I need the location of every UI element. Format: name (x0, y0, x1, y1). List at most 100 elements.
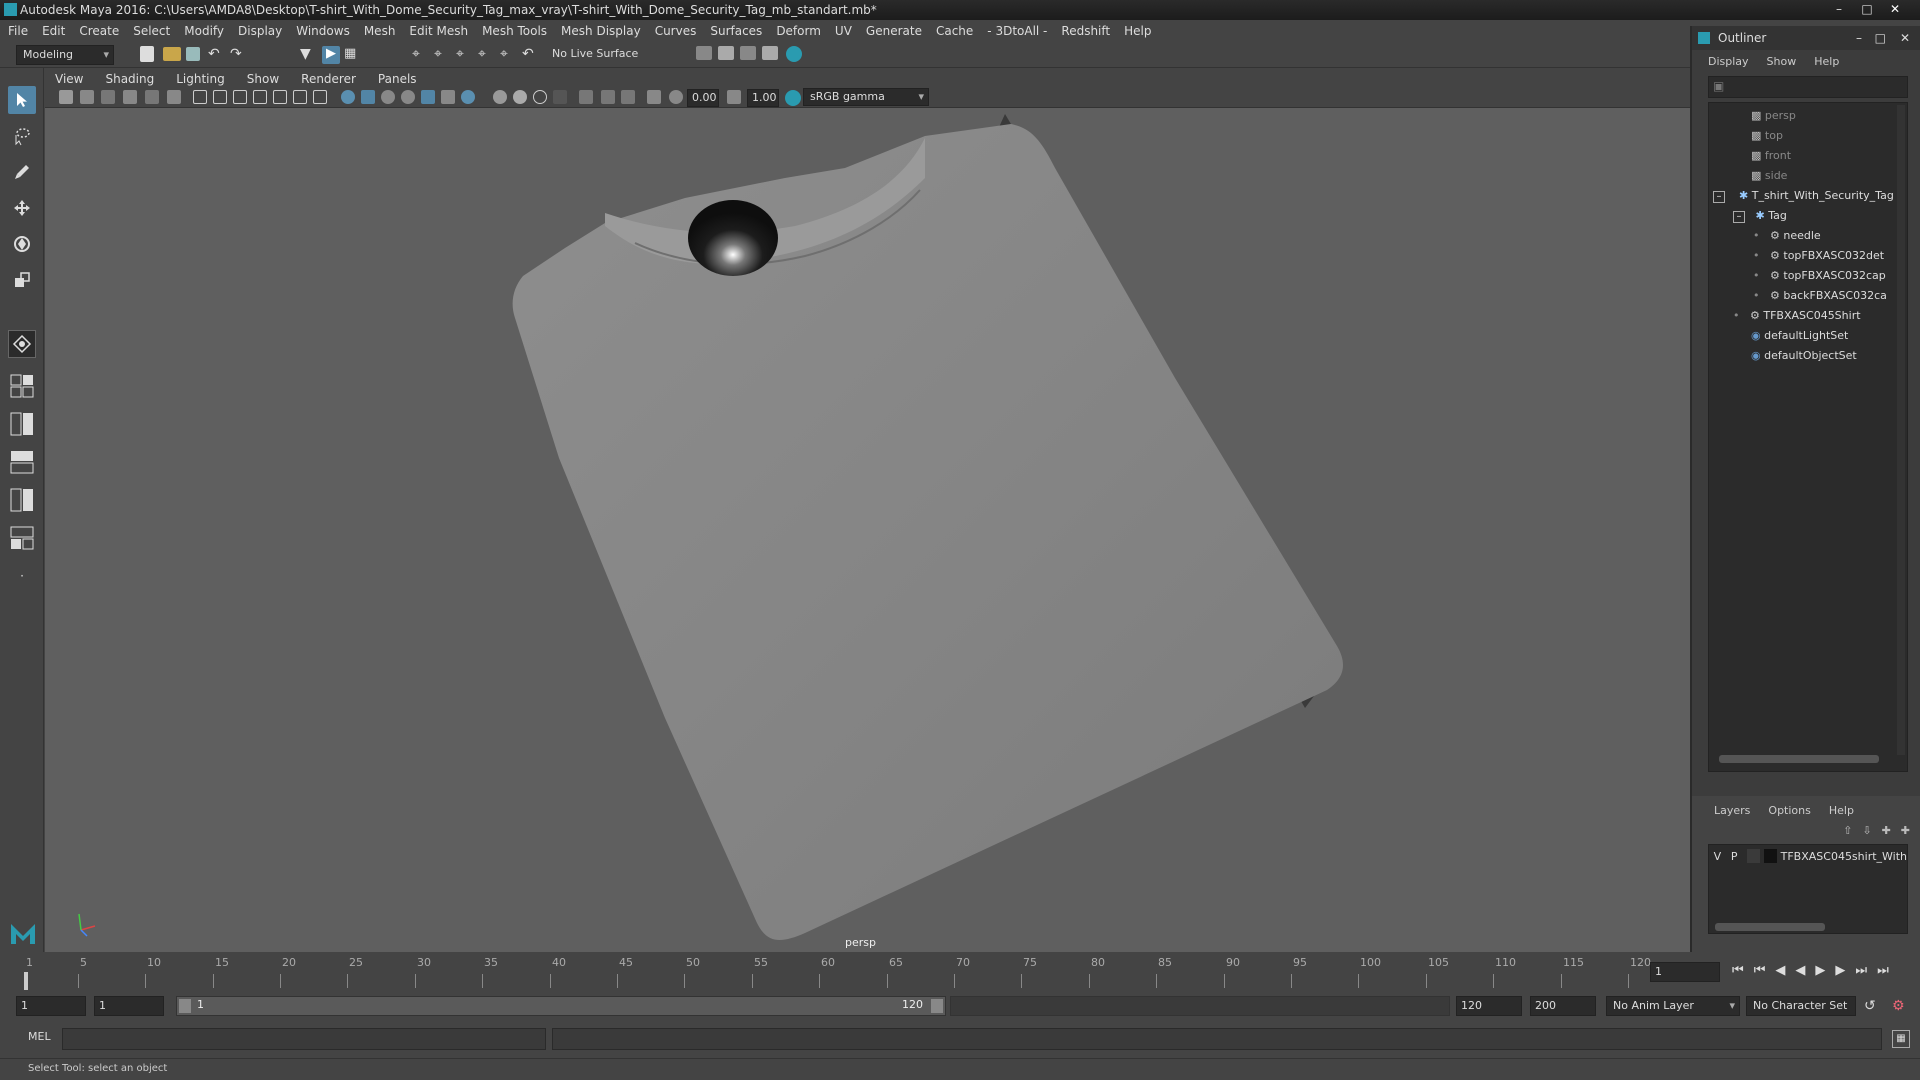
outliner-vertical-scrollbar[interactable] (1897, 105, 1905, 755)
step-back-frame-icon[interactable]: ◀ (1775, 963, 1785, 978)
gamma-field[interactable]: 1.00 (747, 89, 779, 107)
menu-redshift[interactable]: Redshift (1061, 24, 1110, 38)
menu-uv[interactable]: UV (835, 24, 852, 38)
outliner-menu-help[interactable]: Help (1814, 55, 1839, 68)
smooth-shade-icon[interactable] (361, 90, 375, 104)
move-layer-up-icon[interactable]: ⇧ (1843, 824, 1852, 837)
range-start-handle[interactable] (179, 999, 191, 1013)
script-editor-icon[interactable]: ▦ (1892, 1030, 1910, 1048)
ipr-render-icon[interactable] (740, 46, 756, 60)
playback-start-field[interactable]: 1 (94, 996, 164, 1016)
gate-mask-icon[interactable] (253, 90, 267, 104)
range-end-handle[interactable] (931, 999, 943, 1013)
field-chart-icon[interactable] (273, 90, 287, 104)
menu-curves[interactable]: Curves (655, 24, 697, 38)
outliner-item[interactable]: • ⚙ needle (1753, 227, 1821, 245)
collapse-icon[interactable]: – (1713, 191, 1725, 203)
menu-3dtoall[interactable]: - 3DtoAll - (987, 24, 1047, 38)
perspective-viewport[interactable]: persp (45, 108, 1690, 952)
paint-select-tool-icon[interactable] (8, 158, 36, 186)
select-hierarchy-icon[interactable]: ▼ (300, 46, 318, 64)
outliner-menu-show[interactable]: Show (1767, 55, 1797, 68)
auto-key-icon[interactable]: ↺ (1864, 998, 1876, 1014)
menu-mesh-display[interactable]: Mesh Display (561, 24, 641, 38)
open-scene-icon[interactable] (163, 47, 181, 61)
2d-pan-zoom-icon[interactable] (145, 90, 159, 104)
layer-menu-help[interactable]: Help (1829, 804, 1854, 817)
animation-preferences-icon[interactable]: ⚙ (1892, 998, 1905, 1014)
outliner-item[interactable]: – ✱ Tag (1733, 207, 1787, 225)
image-plane-icon[interactable] (123, 90, 137, 104)
rotate-tool-icon[interactable] (8, 230, 36, 258)
viewport-menu-shading[interactable]: Shading (105, 72, 154, 86)
viewport-menu-renderer[interactable]: Renderer (301, 72, 356, 86)
time-ruler[interactable]: 1 5 10 15 20 25 30 35 40 45 50 55 60 65 70 75 80 85 90 95 10… (24, 952, 1651, 992)
film-gate-icon[interactable] (213, 90, 227, 104)
shadows-icon[interactable] (441, 90, 455, 104)
layer-color-swatch[interactable] (1763, 849, 1777, 863)
layer-type-box[interactable] (1746, 849, 1760, 863)
color-management-icon[interactable] (785, 90, 801, 106)
minimize-button[interactable]: – (1826, 0, 1852, 18)
select-component-icon[interactable]: ▦ (344, 46, 362, 64)
play-backwards-icon[interactable]: ◀ (1795, 963, 1805, 978)
screen-space-ao-icon[interactable] (461, 90, 475, 104)
range-slider-bar[interactable]: 1 120 (176, 996, 946, 1016)
render-current-frame-icon[interactable] (718, 46, 734, 60)
bookmark-icon[interactable] (101, 90, 115, 104)
command-language-label[interactable]: MEL (28, 1030, 51, 1043)
new-layer-icon[interactable]: ✚ (1882, 824, 1891, 837)
depth-of-field-icon[interactable] (533, 90, 547, 104)
expand-layouts-icon[interactable]: · (8, 562, 36, 590)
save-scene-icon[interactable] (186, 47, 200, 61)
layer-visibility-toggle[interactable]: V (1709, 850, 1726, 863)
character-set-dropdown[interactable]: No Character Set (1746, 996, 1856, 1016)
scale-tool-icon[interactable] (8, 266, 36, 294)
layer-playback-toggle[interactable]: P (1726, 850, 1743, 863)
textured-icon[interactable] (401, 90, 415, 104)
go-to-start-icon[interactable]: ⏮ (1732, 963, 1744, 978)
hypershade-icon[interactable] (786, 46, 802, 62)
outliner-menu-display[interactable]: Display (1708, 55, 1749, 68)
select-tool-icon[interactable] (8, 86, 36, 114)
grease-pencil-icon[interactable] (167, 90, 181, 104)
viewport-menu-show[interactable]: Show (247, 72, 279, 86)
menu-mesh[interactable]: Mesh (364, 24, 396, 38)
select-object-mode-icon[interactable]: ▶ (322, 46, 340, 64)
maximize-button[interactable]: □ (1854, 0, 1880, 18)
grid-icon[interactable] (193, 90, 207, 104)
outliner-close-button[interactable]: ✕ (1900, 26, 1910, 50)
camera-icon[interactable] (59, 90, 73, 104)
outliner-item[interactable]: ▩ top (1751, 127, 1783, 145)
new-scene-icon[interactable] (140, 46, 154, 62)
exposure-field[interactable]: 0.00 (687, 89, 719, 107)
close-button[interactable]: ✕ (1882, 0, 1908, 18)
outliner-persp-layout-icon[interactable] (8, 448, 36, 476)
motion-blur-icon[interactable] (493, 90, 507, 104)
outliner-maximize-button[interactable]: □ (1875, 26, 1886, 50)
menu-generate[interactable]: Generate (866, 24, 922, 38)
live-surface-label[interactable]: No Live Surface (552, 47, 638, 60)
play-forwards-icon[interactable]: ▶ (1815, 963, 1825, 978)
outliner-minimize-button[interactable]: – (1856, 26, 1862, 50)
viewport-menu-lighting[interactable]: Lighting (176, 72, 225, 86)
outliner-item[interactable]: ◉ defaultObjectSet (1751, 347, 1857, 365)
menu-windows[interactable]: Windows (296, 24, 350, 38)
outliner-horizontal-scrollbar[interactable] (1719, 755, 1879, 763)
current-time-indicator[interactable] (24, 972, 28, 990)
menu-mesh-tools[interactable]: Mesh Tools (482, 24, 547, 38)
hypershade-layout-icon[interactable] (8, 524, 36, 552)
camera-attributes-icon[interactable] (80, 90, 94, 104)
outliner-item[interactable]: • ⚙ backFBXASC032ca (1753, 287, 1887, 305)
menu-surfaces[interactable]: Surfaces (710, 24, 762, 38)
menu-edit[interactable]: Edit (42, 24, 65, 38)
command-input[interactable] (62, 1028, 546, 1050)
snap-point-icon[interactable]: ⌖ (456, 46, 474, 64)
snap-live-icon[interactable]: ⌖ (500, 46, 518, 64)
step-back-key-icon[interactable]: ⏮ (1754, 963, 1766, 978)
render-settings-icon[interactable] (762, 46, 778, 60)
magnet-icon[interactable]: ↶ (522, 46, 540, 64)
move-tool-icon[interactable] (8, 194, 36, 222)
redo-icon[interactable]: ↷ (230, 46, 248, 64)
step-forward-key-icon[interactable]: ⏭ (1855, 963, 1867, 978)
